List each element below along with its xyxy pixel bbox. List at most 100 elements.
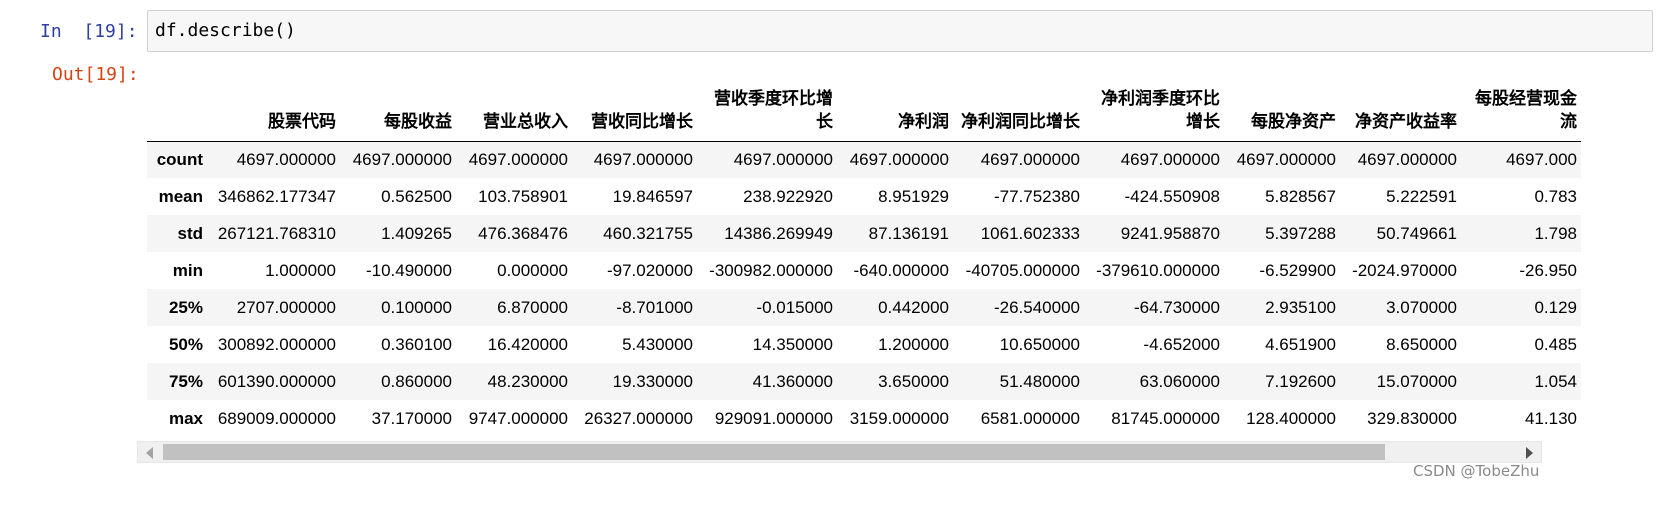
table-cell: 48.230000	[487, 371, 568, 391]
table-cell: 1.200000	[878, 334, 949, 354]
scroll-right-arrow-icon[interactable]	[1526, 447, 1533, 459]
table-cell: -26.950	[1519, 260, 1577, 280]
table-cell: 41.130	[1525, 408, 1577, 428]
table-cell: 601390.000000	[217, 371, 336, 391]
table-cell: 300892.000000	[217, 334, 336, 354]
table-cell: 4697.000	[1506, 149, 1577, 169]
table-cell: -640.000000	[853, 260, 949, 280]
output-prompt: Out[19]:	[52, 64, 139, 85]
table-cell: 3159.000000	[849, 408, 949, 428]
table-cell: 3.650000	[878, 371, 949, 391]
row-index-label: 75%	[168, 371, 203, 391]
table-cell: 346862.177347	[217, 186, 336, 206]
table-cell: 4697.000000	[468, 149, 568, 169]
table-cell: 41.360000	[752, 371, 833, 391]
table-cell: 26327.000000	[584, 408, 693, 428]
table-cell: -0.015000	[756, 297, 833, 317]
table-cell: 0.360100	[381, 334, 452, 354]
table-cell: -6.529900	[1259, 260, 1336, 280]
table-cell: 0.442000	[878, 297, 949, 317]
table-cell: 267121.768310	[217, 223, 336, 243]
table-cell: 1.000000	[265, 260, 336, 280]
column-header: 净利润季度环比增长	[1084, 75, 1224, 142]
table-cell: 4697.000000	[1120, 149, 1220, 169]
table-cell: -300982.000000	[709, 260, 833, 280]
table-cell: -2024.970000	[1352, 260, 1457, 280]
table-cell: 4697.000000	[733, 149, 833, 169]
table-cell: 63.060000	[1139, 371, 1220, 391]
column-header: 净利润同比增长	[953, 75, 1084, 142]
row-index-label: std	[177, 223, 204, 243]
column-header: 每股经营现金流	[1461, 75, 1581, 142]
table-cell: 4697.000000	[593, 149, 693, 169]
row-index-label: count	[156, 149, 203, 169]
table-cell: -10.490000	[365, 260, 452, 280]
watermark: CSDN @TobeZhu	[1413, 462, 1540, 480]
table-row: 50% 300892.000000 0.360100 16.420000 5.43000…	[147, 326, 1581, 363]
input-prompt: In [19]:	[40, 20, 138, 44]
table-cell: 4697.000000	[849, 149, 949, 169]
table-row: min 1.000000 -10.490000 0.000000 -97.020000-…	[147, 252, 1581, 289]
table-header-row: 股票代码 每股收益 营业总收入 营收同比增长 营收季度环比增长 净利润 净利润同…	[147, 75, 1581, 142]
table-cell: 10.650000	[999, 334, 1080, 354]
input-prompt-number: [19]:	[83, 21, 138, 42]
table-cell: 9241.958870	[1120, 223, 1220, 243]
row-index-label: 50%	[168, 334, 203, 354]
table-cell: 15.070000	[1376, 371, 1457, 391]
code-input-cell[interactable]: df.describe()	[147, 10, 1653, 52]
table-cell: 4697.000000	[1236, 149, 1336, 169]
table-cell: -379610.000000	[1096, 260, 1220, 280]
column-header: 营收同比增长	[572, 75, 697, 142]
table-cell: 1.409265	[381, 223, 452, 243]
table-cell: 689009.000000	[217, 408, 336, 428]
input-prompt-label: In	[40, 21, 62, 42]
table-cell: 2.935100	[1265, 297, 1336, 317]
table-cell: 0.485	[1534, 334, 1577, 354]
table-cell: 14386.269949	[724, 223, 833, 243]
table-row: mean 346862.177347 0.562500 103.758901 19.84…	[147, 178, 1581, 215]
table-cell: 0.783	[1534, 186, 1577, 206]
scrollbar-thumb[interactable]	[163, 444, 1385, 460]
table-row: count 4697.000000 4697.000000 4697.000000 46…	[147, 141, 1581, 178]
table-cell: 476.368476	[478, 223, 568, 243]
column-header: 营收季度环比增长	[697, 75, 837, 142]
table-cell: 0.860000	[381, 371, 452, 391]
table-row: std 267121.768310 1.409265 476.368476 460.32…	[147, 215, 1581, 252]
row-index-label: min	[172, 260, 203, 280]
column-header: 每股收益	[340, 75, 456, 142]
table-cell: 8.951929	[878, 186, 949, 206]
table-cell: 5.430000	[622, 334, 693, 354]
dataframe-table: 股票代码 每股收益 营业总收入 营收同比增长 营收季度环比增长 净利润 净利润同…	[147, 75, 1581, 437]
column-header: 股票代码	[209, 75, 340, 142]
table-cell: 1061.602333	[980, 223, 1080, 243]
table-cell: -424.550908	[1124, 186, 1220, 206]
scroll-left-arrow-icon[interactable]	[146, 447, 153, 459]
table-cell: 4697.000000	[980, 149, 1080, 169]
table-cell: 2707.000000	[236, 297, 336, 317]
table-cell: 5.222591	[1386, 186, 1457, 206]
table-cell: 5.828567	[1265, 186, 1336, 206]
table-cell: 1.054	[1534, 371, 1577, 391]
table-row: 75% 601390.000000 0.860000 48.230000 19.3300…	[147, 363, 1581, 400]
table-cell: 929091.000000	[714, 408, 833, 428]
table-cell: 14.350000	[752, 334, 833, 354]
column-header: 每股净资产	[1224, 75, 1340, 142]
table-cell: 460.321755	[603, 223, 693, 243]
table-cell: 3.070000	[1386, 297, 1457, 317]
table-cell: -64.730000	[1133, 297, 1220, 317]
table-cell: 4697.000000	[352, 149, 452, 169]
row-index-label: mean	[158, 186, 203, 206]
horizontal-scrollbar[interactable]	[137, 441, 1542, 463]
table-cell: 329.830000	[1367, 408, 1457, 428]
code-text[interactable]: df.describe()	[155, 19, 296, 43]
table-cell: -97.020000	[606, 260, 693, 280]
table-cell: 0.129	[1534, 297, 1577, 317]
table-cell: 6.870000	[497, 297, 568, 317]
table-cell: 4697.000000	[236, 149, 336, 169]
table-cell: 19.330000	[612, 371, 693, 391]
table-cell: 51.480000	[999, 371, 1080, 391]
table-cell: 7.192600	[1265, 371, 1336, 391]
table-cell: 8.650000	[1386, 334, 1457, 354]
table-cell: 0.100000	[381, 297, 452, 317]
table-cell: 238.922920	[743, 186, 833, 206]
